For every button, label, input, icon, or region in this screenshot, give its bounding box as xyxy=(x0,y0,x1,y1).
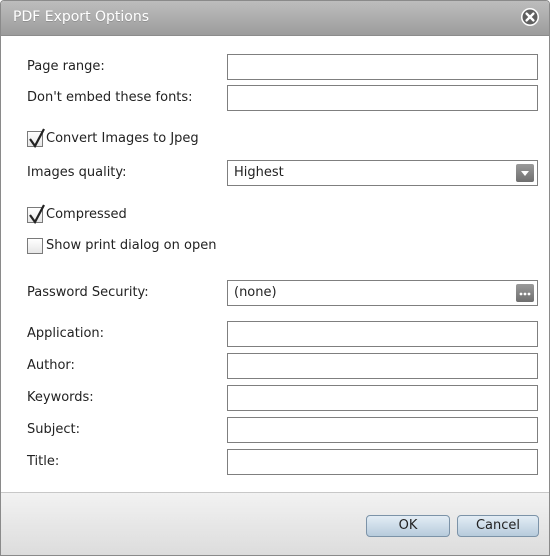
show-print-dialog-checkbox[interactable] xyxy=(27,238,43,254)
password-security-value: (none) xyxy=(234,285,277,300)
checkmark-icon xyxy=(29,128,45,149)
subject-label: Subject: xyxy=(27,422,80,437)
dont-embed-fonts-input[interactable] xyxy=(227,85,538,111)
subject-input[interactable] xyxy=(227,417,538,443)
close-icon[interactable] xyxy=(519,6,541,28)
pdf-export-dialog: PDF Export Options Page range: Don't emb… xyxy=(0,0,550,556)
dialog-footer: OK Cancel xyxy=(1,492,549,555)
page-range-input[interactable] xyxy=(227,54,538,80)
compressed-label: Compressed xyxy=(46,207,127,222)
title-label: Title: xyxy=(27,454,60,469)
author-input[interactable] xyxy=(227,353,538,379)
application-label: Application: xyxy=(27,326,105,341)
convert-images-label: Convert Images to Jpeg xyxy=(46,131,199,146)
keywords-label: Keywords: xyxy=(27,390,94,405)
dropdown-arrow-icon[interactable] xyxy=(516,164,534,182)
images-quality-label: Images quality: xyxy=(27,165,127,180)
cancel-button[interactable]: Cancel xyxy=(457,515,539,537)
dialog-titlebar[interactable]: PDF Export Options xyxy=(1,1,549,36)
password-security-label: Password Security: xyxy=(27,285,149,300)
password-security-select[interactable]: (none) xyxy=(227,280,538,306)
keywords-input[interactable] xyxy=(227,385,538,411)
ellipsis-icon[interactable] xyxy=(516,284,534,302)
page-range-label: Page range: xyxy=(27,59,105,74)
ok-button[interactable]: OK xyxy=(366,515,450,537)
images-quality-value: Highest xyxy=(234,165,284,180)
images-quality-select[interactable]: Highest xyxy=(227,160,538,186)
dont-embed-fonts-label: Don't embed these fonts: xyxy=(27,90,193,105)
checkmark-icon xyxy=(29,204,45,225)
convert-images-checkbox[interactable] xyxy=(27,128,45,149)
application-input[interactable] xyxy=(227,321,538,347)
dialog-title: PDF Export Options xyxy=(13,9,150,25)
title-input[interactable] xyxy=(227,449,538,475)
compressed-checkbox[interactable] xyxy=(27,204,45,225)
show-print-dialog-label: Show print dialog on open xyxy=(46,238,217,253)
author-label: Author: xyxy=(27,358,75,373)
